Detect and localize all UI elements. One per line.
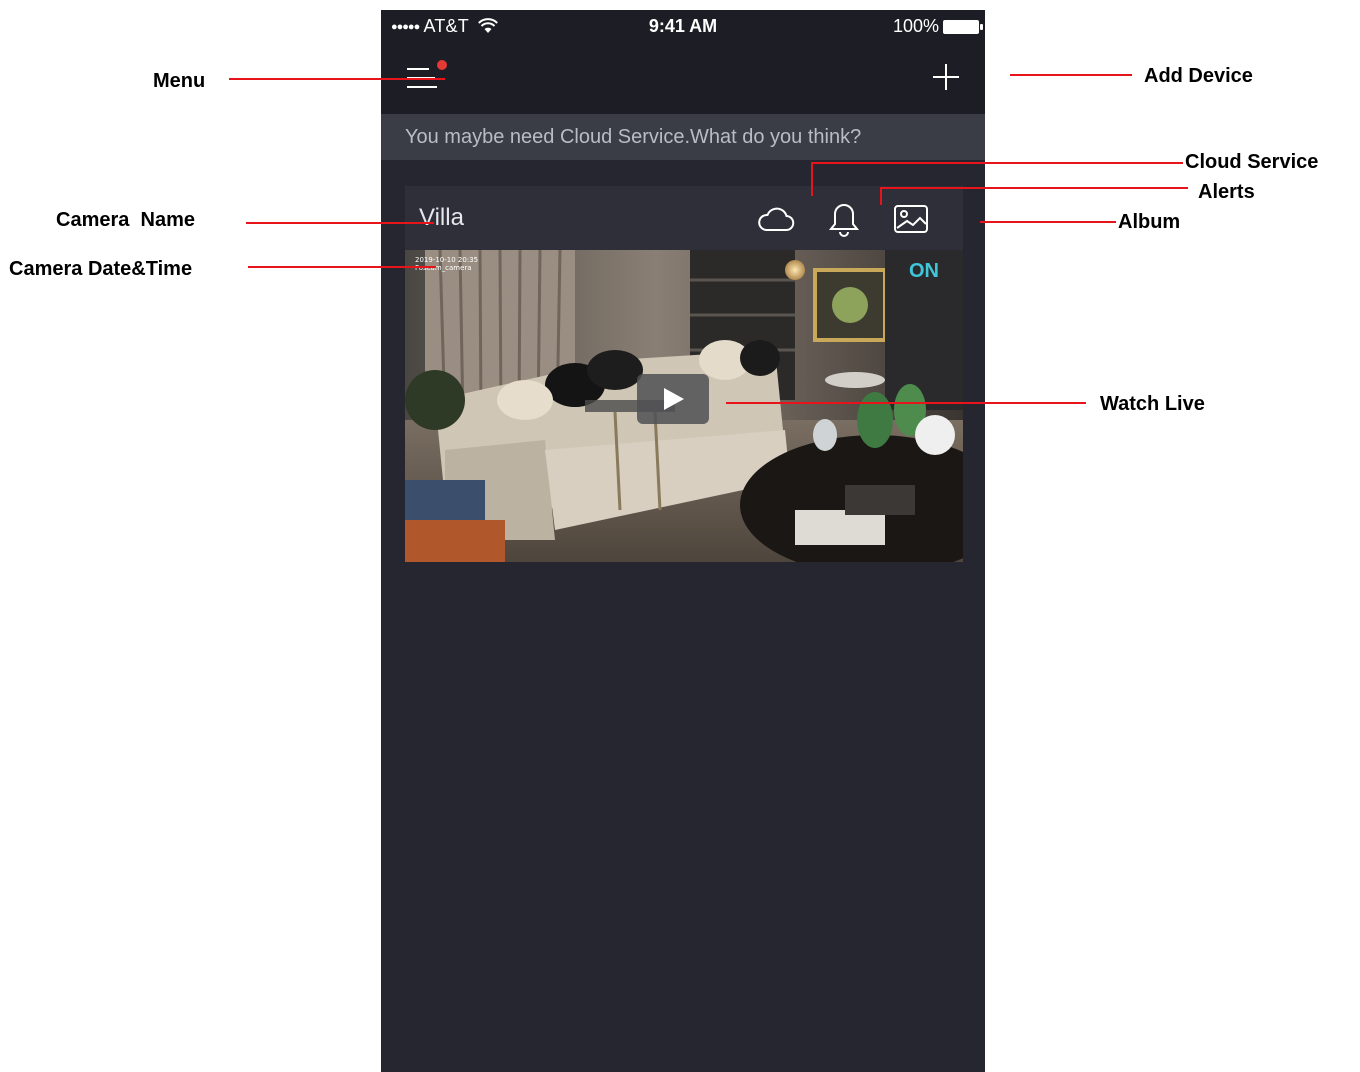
bell-icon[interactable]: [829, 202, 859, 238]
camera-name: Villa: [419, 204, 464, 231]
camera-card: Villa 2019-10-10 20:35 Foscam_camera ON: [405, 186, 963, 562]
play-icon[interactable]: [637, 374, 709, 424]
annotation-menu: Menu: [153, 70, 206, 92]
battery-percent: 100%: [892, 16, 939, 36]
annotation-line-cloud-service-drop: [811, 162, 813, 196]
annotation-camera-datetime: Camera Date&Time: [9, 258, 192, 281]
annotation-camera-datetime-part2: Date&Time: [87, 258, 193, 280]
on-badge: ON: [909, 260, 939, 282]
battery-indicator: 100%: [892, 16, 983, 37]
phone-screen: ●●●●● AT&T 9:41 AM 100% You maybe need C…: [381, 10, 985, 1072]
annotation-cloud-service: Cloud Service: [1185, 151, 1319, 173]
annotation-line-camera-datetime: [248, 266, 436, 268]
menu-line: [407, 86, 437, 88]
annotation-camera-name-part1: Camera: [56, 209, 130, 231]
cloud-service-banner[interactable]: You maybe need Cloud Service.What do you…: [381, 114, 985, 160]
status-bar: ●●●●● AT&T 9:41 AM 100%: [381, 10, 985, 42]
nav-bar: [381, 42, 985, 114]
battery-icon: [943, 19, 983, 34]
annotation-add-device: Add Device: [1144, 65, 1253, 87]
album-icon[interactable]: [893, 204, 929, 234]
annotation-line-album: [980, 221, 1116, 223]
annotation-camera-datetime-part1: Camera: [9, 258, 83, 280]
annotation-line-menu: [229, 78, 445, 80]
annotation-album: Album: [1118, 211, 1181, 233]
annotation-alerts: Alerts: [1198, 181, 1255, 203]
play-triangle: [664, 388, 684, 410]
annotation-line-alerts-drop: [880, 187, 882, 205]
annotation-camera-name: Camera Name: [56, 209, 195, 232]
annotation-watch-live: Watch Live: [1100, 393, 1205, 415]
live-video-thumbnail[interactable]: 2019-10-10 20:35 Foscam_camera ON: [405, 250, 963, 562]
annotation-camera-name-part2: Name: [140, 209, 195, 231]
annotation-line-camera-name: [246, 222, 434, 224]
menu-line: [407, 68, 429, 70]
annotation-line-add-device: [1010, 74, 1132, 76]
plus-icon[interactable]: [933, 64, 959, 90]
camera-datetime-overlay: 2019-10-10 20:35 Foscam_camera: [415, 256, 478, 272]
cloud-icon[interactable]: [757, 206, 795, 232]
annotation-line-watch-live: [726, 402, 1086, 404]
notification-dot: [437, 60, 447, 70]
annotation-line-cloud-service: [811, 162, 1183, 164]
annotation-line-alerts: [880, 187, 1188, 189]
osd-date-time: 2019-10-10 20:35: [415, 256, 479, 264]
